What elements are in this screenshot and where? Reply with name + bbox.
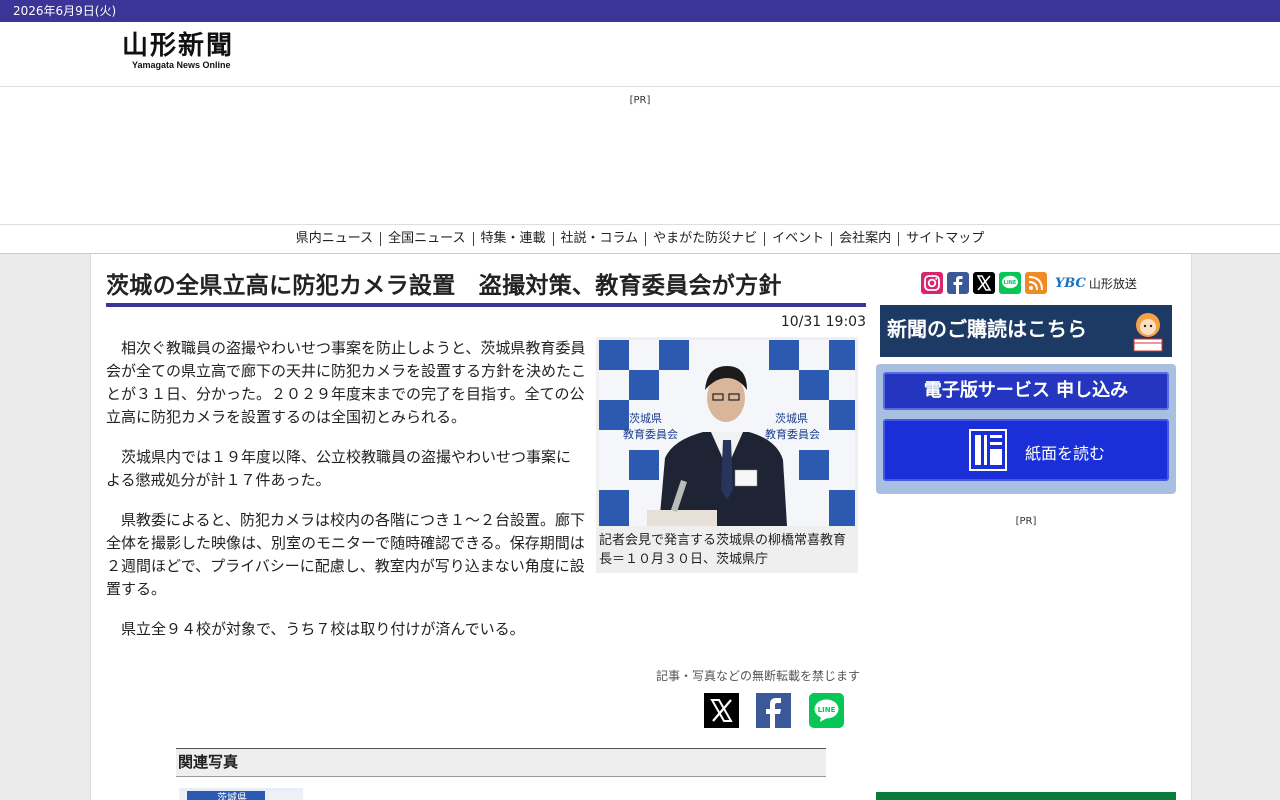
sidebar-pr-label: [PR]: [1015, 516, 1037, 527]
backdrop-text-board: 教育委員会: [623, 427, 678, 441]
sidebar: LINE YBC 山形放送 新聞のご購読はこちら 電子版サービス 申し込み 紙面…: [876, 254, 1176, 800]
nav-item-sitemap[interactable]: サイトマップ: [899, 232, 991, 246]
ybc-link[interactable]: YBC 山形放送: [1055, 275, 1137, 292]
site-logo[interactable]: 山形新聞 Yamagata News Online: [122, 32, 234, 70]
instagram-link[interactable]: [921, 272, 943, 294]
mascot-icon: [1133, 313, 1163, 352]
x-link[interactable]: [973, 272, 995, 294]
subscribe-banner[interactable]: 新聞のご購読はこちら: [880, 305, 1172, 357]
nav-item-disaster-navi[interactable]: やまがた防災ナビ: [646, 232, 766, 246]
nav-item-events[interactable]: イベント: [765, 232, 833, 246]
pr-label: [PR]: [629, 95, 651, 106]
date-bar: 2026年6月9日(火): [0, 0, 1280, 22]
eservice-panel: 電子版サービス 申し込み 紙面を読む: [876, 364, 1176, 494]
nav-item-prefecture-news[interactable]: 県内ニュース: [289, 232, 382, 246]
line-link[interactable]: LINE: [999, 272, 1021, 294]
x-icon: [710, 699, 733, 722]
facebook-icon: [953, 276, 963, 294]
read-paper-button[interactable]: 紙面を読む: [883, 419, 1169, 481]
article: 茨城の全県立高に防犯カメラ設置 盗撮対策、教育委員会が方針 10/31 19:0…: [106, 254, 866, 800]
backdrop-text-pref-2: 茨城県: [775, 411, 808, 425]
svg-text:LINE: LINE: [818, 706, 836, 714]
facebook-icon: [766, 698, 781, 728]
backdrop-text-board-2: 教育委員会: [765, 427, 820, 441]
nav-item-features[interactable]: 特集・連載: [474, 232, 554, 246]
article-paragraph-4: 県立全９４校が対象で、うち７校は取り付けが済んでいる。: [121, 620, 525, 638]
newspaper-icon: [969, 429, 1007, 471]
copyright-notice: 記事・写真などの無断転載を禁じます: [655, 669, 860, 683]
instagram-icon: [924, 275, 940, 291]
line-icon: LINE: [1002, 275, 1018, 289]
article-paragraphs: 相次ぐ教職員の盗撮やわいせつ事案を防止しようと、茨城県教育委員会が全ての県立高で…: [106, 337, 586, 641]
logo-subtitle: Yamagata News Online: [132, 60, 231, 70]
site-header: 山形新聞 Yamagata News Online: [0, 22, 1280, 87]
photo-caption: 記者会見で発言する茨城県の柳橋常喜教育長＝１０月３０日、茨城県庁: [599, 533, 847, 567]
facebook-link[interactable]: [947, 272, 969, 294]
related-photo-image: 茨城県: [179, 791, 303, 800]
nav-item-company[interactable]: 会社案内: [832, 232, 900, 246]
press-conference-photo: 茨城県 教育委員会 茨城県 教育委員会: [599, 340, 855, 526]
article-headline: 茨城の全県立高に防犯カメラ設置 盗撮対策、教育委員会が方針: [106, 254, 866, 307]
rss-link[interactable]: [1025, 272, 1047, 294]
subscribe-label: 新聞のご購読はこちら: [887, 317, 1087, 341]
ybc-logo-icon: YBC: [1055, 275, 1086, 291]
sidebar-green-banner[interactable]: [876, 792, 1176, 800]
svg-text:LINE: LINE: [1004, 280, 1017, 286]
share-x-button[interactable]: [704, 693, 739, 728]
nav-item-editorial[interactable]: 社説・コラム: [554, 232, 647, 246]
ybc-label: 山形放送: [1088, 276, 1137, 291]
article-timestamp: 10/31 19:03: [780, 314, 866, 330]
backdrop-text-pref: 茨城県: [629, 411, 662, 425]
main-container: 茨城の全県立高に防犯カメラ設置 盗撮対策、教育委員会が方針 10/31 19:0…: [90, 254, 1192, 800]
article-photo[interactable]: 茨城県 教育委員会 茨城県 教育委員会: [599, 340, 855, 526]
article-paragraph-1: 相次ぐ教職員の盗撮やわいせつ事案を防止しようと、茨城県教育委員会が全ての県立高で…: [106, 339, 587, 426]
share-line-button[interactable]: LINE: [809, 693, 844, 728]
article-paragraph-2: 茨城県内では１９年度以降、公立校教職員の盗撮やわいせつ事案による懲戒処分が計１７…: [106, 448, 572, 489]
related-photos-heading: 関連写真: [176, 748, 826, 777]
line-icon: LINE: [814, 699, 839, 722]
nav-item-national-news[interactable]: 全国ニュース: [381, 232, 474, 246]
read-paper-label: 紙面を読む: [1025, 444, 1106, 463]
x-icon: [976, 275, 992, 291]
social-links: LINE YBC 山形放送: [921, 272, 1137, 294]
current-date: 2026年6月9日(火): [13, 4, 117, 18]
rss-icon: [1028, 276, 1043, 291]
article-paragraph-3: 県教委によると、防犯カメラは校内の各階につき１〜２台設置。廊下全体を撮影した映像…: [106, 511, 585, 598]
eservice-signup-button[interactable]: 電子版サービス 申し込み: [883, 372, 1169, 410]
share-facebook-button[interactable]: [756, 693, 791, 728]
global-nav: 県内ニュース 全国ニュース 特集・連載 社説・コラム やまがた防災ナビ イベント…: [0, 225, 1280, 254]
article-body: 茨城県 教育委員会 茨城県 教育委員会 記者会見で発言する茨城県の柳橋常喜教育長…: [106, 337, 866, 641]
thumb-text: 茨城県: [217, 791, 247, 800]
article-figure: 茨城県 教育委員会 茨城県 教育委員会 記者会見で発言する茨城県の柳橋常喜教育長…: [596, 337, 858, 573]
ad-banner-area: [PR]: [0, 87, 1280, 225]
related-photo-thumb[interactable]: 茨城県: [179, 788, 303, 800]
logo-title: 山形新聞: [122, 31, 235, 61]
